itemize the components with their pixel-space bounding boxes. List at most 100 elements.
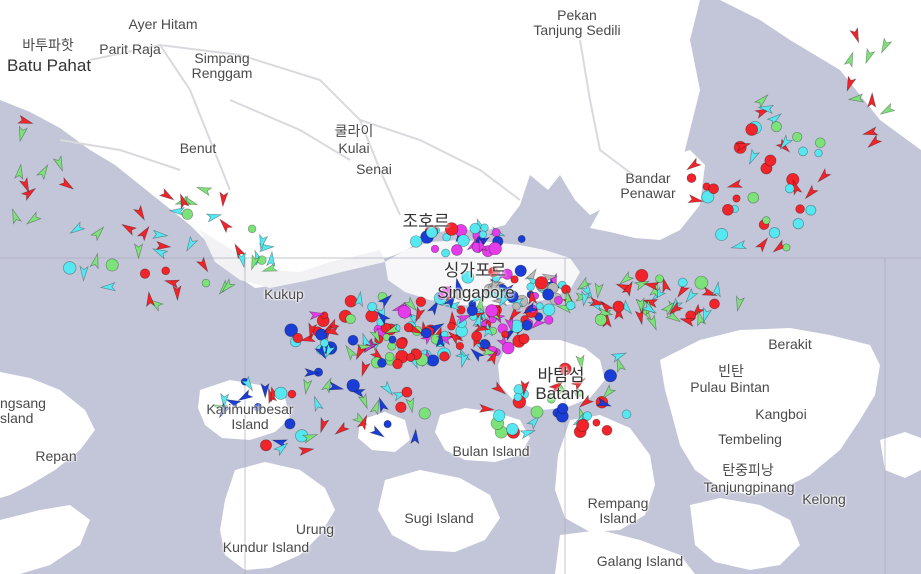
vessel-dot-marker[interactable] xyxy=(592,418,601,427)
vessel-dot-marker[interactable] xyxy=(493,409,506,422)
vessel-dot-marker[interactable] xyxy=(544,315,554,325)
vessel-dot-marker[interactable] xyxy=(768,227,781,239)
vessel-dot-marker[interactable] xyxy=(770,121,782,133)
vessel-dot-marker[interactable] xyxy=(518,333,530,345)
vessel-dot-marker[interactable] xyxy=(542,288,555,301)
vessel-dot-marker[interactable] xyxy=(181,208,194,220)
vessel-dot-marker[interactable] xyxy=(557,402,569,415)
vessel-dot-marker[interactable] xyxy=(257,255,267,265)
vessel-dot-marker[interactable] xyxy=(260,439,272,452)
vessel-dot-marker[interactable] xyxy=(403,322,414,333)
vessel-dot-marker[interactable] xyxy=(542,303,556,317)
vessel-dot-marker[interactable] xyxy=(284,418,296,430)
vessel-dot-marker[interactable] xyxy=(501,341,515,355)
vessel-dot-marker[interactable] xyxy=(792,131,803,143)
vessel-dot-marker[interactable] xyxy=(320,338,329,348)
vessel-dot-marker[interactable] xyxy=(471,330,483,342)
vessel-dot-marker[interactable] xyxy=(514,264,527,277)
vessel-dot-marker[interactable] xyxy=(762,216,771,225)
vessel-dot-marker[interactable] xyxy=(397,305,412,319)
vessel-dot-marker[interactable] xyxy=(485,304,499,318)
vessel-dot-marker[interactable] xyxy=(415,296,427,308)
vessel-dot-marker[interactable] xyxy=(506,422,519,436)
vessel-dot-marker[interactable] xyxy=(430,244,440,254)
vessel-dot-marker[interactable] xyxy=(517,235,526,243)
vessel-dot-marker[interactable] xyxy=(488,241,502,256)
vessel-dot-marker[interactable] xyxy=(814,148,823,158)
vessel-dot-marker[interactable] xyxy=(480,223,489,232)
vessel-dot-marker[interactable] xyxy=(530,405,544,419)
vessel-dot-marker[interactable] xyxy=(421,327,432,339)
vessel-dot-marker[interactable] xyxy=(377,358,387,368)
vessel-dot-marker[interactable] xyxy=(105,258,119,272)
vessel-dot-marker[interactable] xyxy=(798,146,808,157)
vessel-dot-marker[interactable] xyxy=(479,339,490,350)
vessel-dot-marker[interactable] xyxy=(815,137,826,148)
vessel-dot-marker[interactable] xyxy=(367,301,378,312)
vessel-dot-marker[interactable] xyxy=(745,123,759,136)
vessel-dot-marker[interactable] xyxy=(418,407,431,420)
vessel-dot-marker[interactable] xyxy=(383,420,392,429)
vessel-dot-marker[interactable] xyxy=(694,275,709,290)
vessel-dot-marker[interactable] xyxy=(722,203,734,216)
vessel-dot-marker[interactable] xyxy=(478,230,487,239)
vessel-dot-marker[interactable] xyxy=(686,173,697,183)
vessel-dot-marker[interactable] xyxy=(732,194,741,203)
vessel-dot-marker[interactable] xyxy=(521,319,533,331)
vessel-dot-marker[interactable] xyxy=(501,330,510,339)
vessel-traffic-map[interactable]: Ayer Hitam 바투파핫 Batu Pahat Parit Raja Si… xyxy=(0,0,921,574)
vessel-dot-marker[interactable] xyxy=(427,354,440,367)
vessel-dot-marker[interactable] xyxy=(201,278,211,288)
vessel-dot-marker[interactable] xyxy=(576,418,590,432)
vessel-dot-marker[interactable] xyxy=(406,353,416,362)
vessel-dot-marker[interactable] xyxy=(315,328,328,341)
vessel-dot-marker[interactable] xyxy=(447,322,456,331)
vessel-dot-marker[interactable] xyxy=(457,234,470,247)
vessel-dot-marker[interactable] xyxy=(621,409,632,420)
vessel-dot-marker[interactable] xyxy=(347,334,359,346)
vessel-dot-marker[interactable] xyxy=(161,266,171,276)
vessel-dot-marker[interactable] xyxy=(747,191,760,204)
vessel-dot-marker[interactable] xyxy=(456,305,466,315)
vessel-dot-marker[interactable] xyxy=(582,411,593,421)
vessel-dot-marker[interactable] xyxy=(792,218,804,230)
vessel-dot-marker[interactable] xyxy=(466,304,478,317)
vessel-dot-marker[interactable] xyxy=(139,268,151,279)
vessel-dot-marker[interactable] xyxy=(346,378,360,393)
vessel-dot-marker[interactable] xyxy=(601,424,613,436)
vessel-dot-marker[interactable] xyxy=(612,300,625,313)
vessel-dot-marker[interactable] xyxy=(274,386,288,400)
vessel-dot-marker[interactable] xyxy=(603,369,617,383)
vessel-dot-marker[interactable] xyxy=(795,204,805,214)
vessel-dot-marker[interactable] xyxy=(764,154,777,167)
vessel-dot-marker[interactable] xyxy=(292,332,303,344)
vessel-dot-marker[interactable] xyxy=(395,337,408,350)
vessel-dot-marker[interactable] xyxy=(534,276,549,290)
vessel-dot-marker[interactable] xyxy=(655,274,664,284)
vessel-dot-marker[interactable] xyxy=(677,277,688,288)
vessel-dot-marker[interactable] xyxy=(513,392,523,402)
vessel-dot-marker[interactable] xyxy=(345,313,356,325)
vessel-dot-marker[interactable] xyxy=(784,183,795,194)
vessel-dot-marker[interactable] xyxy=(388,335,397,344)
vessel-dot-marker[interactable] xyxy=(708,183,719,195)
vessel-dot-marker[interactable] xyxy=(635,268,649,283)
vessel-dot-marker[interactable] xyxy=(395,401,407,413)
vessel-dot-marker[interactable] xyxy=(554,295,563,305)
vessel-dot-marker[interactable] xyxy=(401,386,413,398)
vessel-dot-marker[interactable] xyxy=(594,313,607,326)
vessel-dot-marker[interactable] xyxy=(247,224,257,234)
vessel-dot-marker[interactable] xyxy=(63,261,77,275)
vessel-dot-marker[interactable] xyxy=(385,352,395,362)
vessel-dot-marker[interactable] xyxy=(715,228,729,241)
vessel-dot-marker[interactable] xyxy=(782,243,791,252)
vessel-dot-marker[interactable] xyxy=(392,358,403,370)
vessel-dot-marker[interactable] xyxy=(561,284,571,295)
vessel-dot-marker[interactable] xyxy=(526,282,535,292)
vessel-dot-marker[interactable] xyxy=(441,248,450,258)
vessel-dot-marker[interactable] xyxy=(439,351,450,362)
vessel-dot-marker[interactable] xyxy=(565,300,576,311)
vessel-dot-marker[interactable] xyxy=(320,311,329,320)
vessel-dot-marker[interactable] xyxy=(512,302,521,311)
vessel-dot-marker[interactable] xyxy=(709,298,720,310)
